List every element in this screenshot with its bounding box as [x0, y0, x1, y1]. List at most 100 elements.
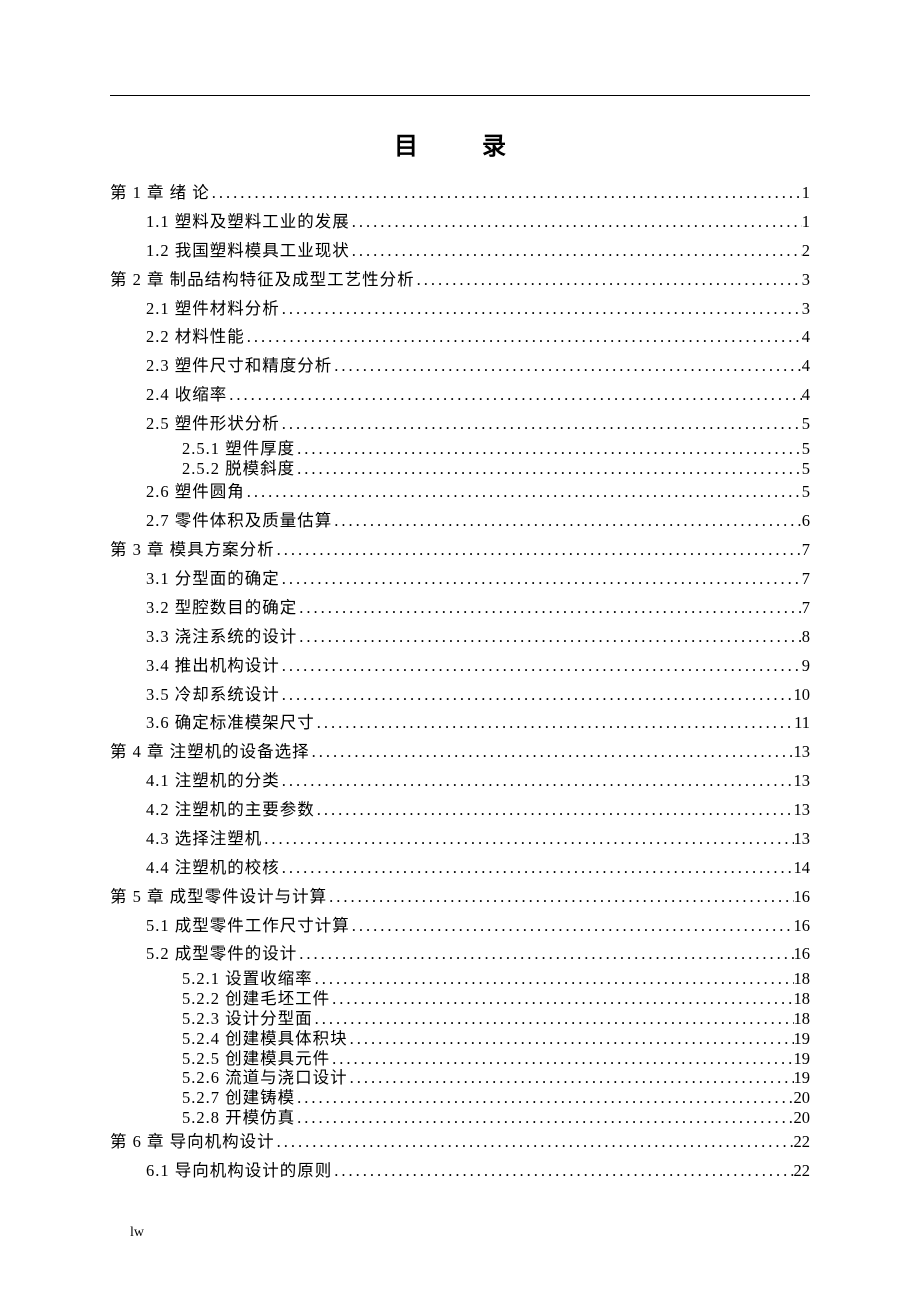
toc-entry: 4.4 注塑机的校核 14	[110, 854, 810, 883]
toc-leader-dots	[245, 323, 802, 352]
toc-entry-page: 5	[802, 439, 810, 459]
toc-leader-dots	[295, 1108, 793, 1128]
toc-entry-page: 2	[802, 237, 810, 266]
top-rule	[110, 95, 810, 96]
toc-entry: 4.1 注塑机的分类13	[110, 767, 810, 796]
toc-entry: 5.2.1 设置收缩率18	[110, 969, 810, 989]
toc-entry: 第 6 章 导向机构设计22	[110, 1128, 810, 1157]
toc-entry-page: 10	[794, 681, 811, 710]
toc-entry: 5.2.7 创建铸模20	[110, 1088, 810, 1108]
toc-entry: 5.2 成型零件的设计16	[110, 940, 810, 969]
toc-entry: 第 5 章 成型零件设计与计算 16	[110, 883, 810, 912]
toc-entry-label: 6.1 导向机构设计的原则	[146, 1157, 332, 1186]
toc-entry-label: 2.1 塑件材料分析	[146, 295, 280, 324]
toc-leader-dots	[275, 1128, 794, 1157]
toc-entry-label: 第 2 章 制品结构特征及成型工艺性分析	[110, 266, 415, 295]
toc-entry-label: 5.2.1 设置收缩率	[182, 969, 313, 989]
toc-entry-page: 20	[794, 1088, 811, 1108]
footer-text: lw	[110, 1185, 810, 1241]
toc-entry-page: 16	[794, 883, 811, 912]
toc-entry-page: 20	[794, 1108, 811, 1128]
toc-entry-page: 8	[802, 623, 810, 652]
toc-leader-dots	[280, 295, 802, 324]
toc-entry-page: 11	[794, 709, 810, 738]
toc-leader-dots	[280, 767, 794, 796]
toc-entry-label: 4.3 选择注塑机	[146, 825, 262, 854]
toc-entry: 5.1 成型零件工作尺寸计算16	[110, 912, 810, 941]
toc-leader-dots	[330, 1049, 793, 1069]
toc-entry: 1.2 我国塑料模具工业现状2	[110, 237, 810, 266]
toc-entry-page: 18	[794, 989, 811, 1009]
toc-entry-page: 3	[802, 295, 810, 324]
toc-entry-page: 19	[794, 1068, 811, 1088]
toc-leader-dots	[295, 459, 802, 479]
toc-entry-label: 4.2 注塑机的主要参数	[146, 796, 315, 825]
toc-entry-page: 16	[794, 912, 811, 941]
toc-title: 目 录	[110, 126, 810, 161]
toc-entry-label: 第 5 章 成型零件设计与计算	[110, 883, 327, 912]
toc-entry-page: 13	[794, 796, 811, 825]
toc-leader-dots	[327, 883, 793, 912]
toc-entry: 5.2.4 创建模具体积块19	[110, 1029, 810, 1049]
toc-leader-dots	[297, 623, 802, 652]
table-of-contents: 第 1 章 绪 论11.1 塑料及塑料工业的发展11.2 我国塑料模具工业现状2…	[110, 179, 810, 1185]
toc-entry-label: 3.6 确定标准模架尺寸	[146, 709, 315, 738]
toc-entry-page: 4	[802, 381, 810, 410]
toc-leader-dots	[297, 594, 802, 623]
toc-entry-page: 5	[802, 459, 810, 479]
toc-leader-dots	[297, 940, 793, 969]
toc-leader-dots	[275, 536, 802, 565]
toc-leader-dots	[310, 738, 794, 767]
toc-leader-dots	[315, 709, 794, 738]
toc-entry-page: 14	[794, 854, 811, 883]
toc-leader-dots	[350, 912, 794, 941]
toc-entry-page: 13	[794, 738, 811, 767]
toc-leader-dots	[332, 1157, 793, 1186]
toc-entry-label: 2.4 收缩率	[146, 381, 227, 410]
toc-leader-dots	[315, 796, 794, 825]
toc-entry-page: 19	[794, 1029, 811, 1049]
toc-entry: 2.5.1 塑件厚度5	[110, 439, 810, 459]
toc-entry-label: 5.2 成型零件的设计	[146, 940, 297, 969]
toc-entry-page: 13	[794, 767, 811, 796]
toc-entry-label: 3.5 冷却系统设计	[146, 681, 280, 710]
toc-entry: 3.1 分型面的确定7	[110, 565, 810, 594]
toc-entry-label: 3.3 浇注系统的设计	[146, 623, 297, 652]
toc-entry-page: 5	[802, 410, 810, 439]
toc-entry: 3.4 推出机构设计9	[110, 652, 810, 681]
toc-leader-dots	[332, 507, 802, 536]
toc-entry-label: 2.2 材料性能	[146, 323, 245, 352]
toc-entry-label: 2.5.2 脱模斜度	[182, 459, 295, 479]
toc-entry-label: 3.1 分型面的确定	[146, 565, 280, 594]
toc-entry: 4.2 注塑机的主要参数 13	[110, 796, 810, 825]
toc-entry-page: 1	[802, 208, 810, 237]
toc-entry-label: 第 4 章 注塑机的设备选择	[110, 738, 310, 767]
toc-leader-dots	[348, 1029, 794, 1049]
toc-entry: 3.5 冷却系统设计 10	[110, 681, 810, 710]
toc-entry-label: 第 6 章 导向机构设计	[110, 1128, 275, 1157]
toc-entry-page: 6	[802, 507, 810, 536]
toc-entry: 3.6 确定标准模架尺寸 11	[110, 709, 810, 738]
toc-entry-page: 5	[802, 478, 810, 507]
toc-entry-label: 5.2.5 创建模具元件	[182, 1049, 330, 1069]
toc-leader-dots	[295, 439, 802, 459]
toc-entry-page: 7	[802, 594, 810, 623]
toc-leader-dots	[348, 1068, 794, 1088]
toc-leader-dots	[280, 652, 802, 681]
toc-leader-dots	[280, 410, 802, 439]
toc-entry: 5.2.2 创建毛坯工件 18	[110, 989, 810, 1009]
toc-entry: 1.1 塑料及塑料工业的发展1	[110, 208, 810, 237]
toc-entry: 5.2.8 开模仿真20	[110, 1108, 810, 1128]
toc-entry-page: 4	[802, 352, 810, 381]
toc-entry-label: 4.4 注塑机的校核	[146, 854, 280, 883]
toc-entry-label: 5.2.2 创建毛坯工件	[182, 989, 330, 1009]
toc-leader-dots	[295, 1088, 793, 1108]
toc-entry: 3.2 型腔数目的确定7	[110, 594, 810, 623]
toc-leader-dots	[332, 352, 802, 381]
toc-entry: 5.2.3 设计分型面18	[110, 1009, 810, 1029]
toc-entry: 第 3 章 模具方案分析7	[110, 536, 810, 565]
toc-entry-page: 13	[794, 825, 811, 854]
toc-entry-page: 9	[802, 652, 810, 681]
toc-entry: 4.3 选择注塑机 13	[110, 825, 810, 854]
toc-entry: 2.1 塑件材料分析 3	[110, 295, 810, 324]
